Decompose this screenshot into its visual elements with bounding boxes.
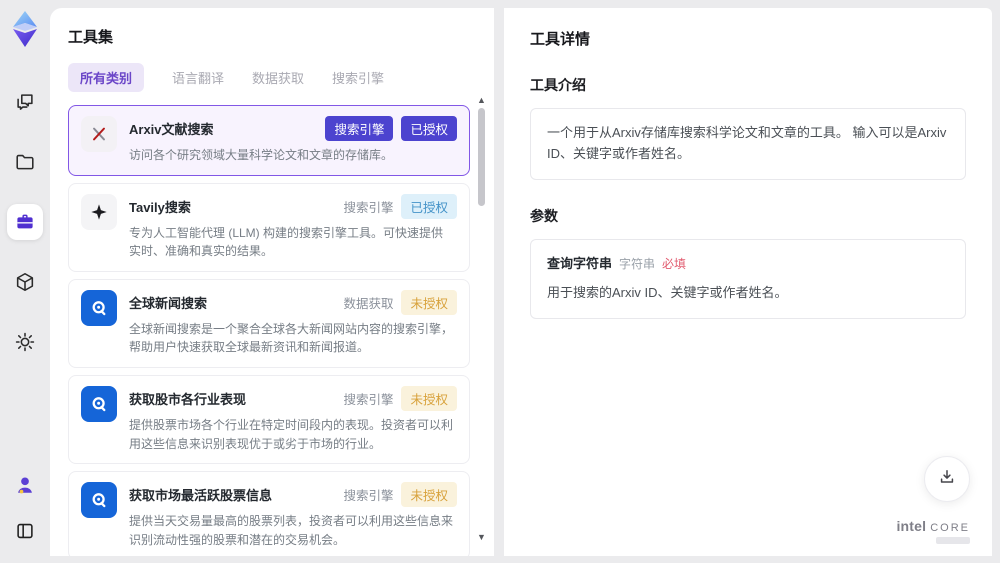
- download-button[interactable]: [924, 456, 970, 502]
- param-box: 查询字符串 字符串 必填 用于搜索的Arxiv ID、关键字或作者姓名。: [530, 238, 966, 320]
- scroll-down-icon[interactable]: ▼: [477, 533, 486, 542]
- category-label: 数据获取: [343, 296, 394, 311]
- app-window: 工具集 所有类别 语言翻译 数据获取 搜索引擎 Arxiv文献搜索 搜索引擎 已…: [0, 0, 1000, 563]
- chat-icon: [14, 91, 36, 113]
- tool-card-tavily[interactable]: Tavily搜索 搜索引擎 已授权 专为人工智能代理 (LLM) 构建的搜索引擎…: [68, 182, 470, 272]
- intro-box: 一个用于从Arxiv存储库搜索科学论文和文章的工具。 输入可以是Arxiv ID…: [530, 108, 966, 180]
- sidebar-bottom: [7, 467, 43, 549]
- auth-badge: 已授权: [401, 116, 457, 141]
- gear-icon: [14, 331, 36, 353]
- tool-detail-panel: 工具详情 工具介绍 一个用于从Arxiv存储库搜索科学论文和文章的工具。 输入可…: [504, 8, 992, 556]
- sidebar-item-files[interactable]: [7, 144, 43, 180]
- logo-subtext-bar: [936, 537, 970, 544]
- scrollbar-thumb[interactable]: [478, 108, 485, 206]
- param-description: 用于搜索的Arxiv ID、关键字或作者姓名。: [547, 285, 788, 301]
- user-avatar[interactable]: [7, 467, 43, 503]
- auth-badge: 已授权: [401, 193, 457, 219]
- category-badge: 搜索引擎: [325, 116, 394, 141]
- sidebar-item-settings[interactable]: [7, 324, 43, 360]
- app-logo: [8, 10, 42, 48]
- panel-toggle-icon: [14, 520, 36, 542]
- tool-description: 全球新闻搜索是一个聚合全球各大新闻网站内容的搜索引擎，帮助用户快速获取全球最新资…: [129, 321, 454, 355]
- tool-description: 提供股票市场各个行业在特定时间段内的表现。投资者可以利用这些信息来识别表现优于或…: [129, 417, 454, 451]
- tool-name: 全球新闻搜索: [129, 295, 208, 311]
- avatar-icon: [14, 474, 36, 496]
- stock-sector-icon: [81, 385, 117, 422]
- tool-description: 提供当天交易量最高的股票列表，投资者可以利用这些信息来识别流动性强的股票和潜在的…: [129, 514, 454, 547]
- param-name: 查询字符串: [547, 255, 613, 271]
- tool-card-sector-performance[interactable]: 获取股市各行业表现 搜索引擎 未授权 提供股票市场各个行业在特定时间段内的表现。…: [68, 374, 470, 465]
- category-label: 搜索引擎: [343, 200, 394, 215]
- param-type: 字符串: [619, 256, 656, 271]
- tab-data-fetching[interactable]: 数据获取: [252, 68, 304, 87]
- scroll-up-icon[interactable]: ▲: [477, 96, 486, 105]
- auth-badge: 未授权: [401, 385, 457, 411]
- tool-list-panel: 工具集 所有类别 语言翻译 数据获取 搜索引擎 Arxiv文献搜索 搜索引擎 已…: [50, 8, 494, 556]
- tool-card-global-news[interactable]: 全球新闻搜索 数据获取 未授权 全球新闻搜索是一个聚合全球各大新闻网站内容的搜索…: [68, 278, 470, 368]
- params-heading: 参数: [530, 207, 558, 224]
- tool-name: Arxiv文献搜索: [129, 122, 214, 137]
- tool-name: Tavily搜索: [129, 199, 191, 215]
- main-content: 工具集 所有类别 语言翻译 数据获取 搜索引擎 Arxiv文献搜索 搜索引擎 已…: [50, 8, 992, 556]
- collapse-sidebar-button[interactable]: [7, 513, 43, 549]
- tool-description: 访问各个研究领域大量科学论文和文章的存储库。: [129, 148, 394, 162]
- tool-list: Arxiv文献搜索 搜索引擎 已授权 访问各个研究领域大量科学论文和文章的存储库…: [50, 105, 494, 556]
- active-stocks-icon: [81, 482, 117, 519]
- tool-card-arxiv[interactable]: Arxiv文献搜索 搜索引擎 已授权 访问各个研究领域大量科学论文和文章的存储库…: [68, 105, 470, 176]
- intel-wordmark: intel: [896, 518, 927, 534]
- page-title: 工具集: [68, 29, 114, 46]
- category-label: 搜索引擎: [343, 489, 394, 504]
- sidebar: [0, 0, 50, 563]
- cube-icon: [14, 271, 36, 293]
- tab-language-translation[interactable]: 语言翻译: [172, 68, 224, 87]
- global-news-icon: [81, 289, 117, 326]
- download-icon: [937, 467, 957, 492]
- param-required-badge: 必填: [662, 256, 687, 271]
- briefcase-icon: [14, 211, 36, 233]
- sidebar-item-tools[interactable]: [7, 204, 43, 240]
- tool-card-active-stocks[interactable]: 获取市场最活跃股票信息 搜索引擎 未授权 提供当天交易量最高的股票列表，投资者可…: [68, 471, 470, 556]
- sidebar-item-packages[interactable]: [7, 264, 43, 300]
- tool-name: 获取股市各行业表现: [129, 391, 247, 407]
- intro-heading: 工具介绍: [530, 77, 586, 93]
- folder-icon: [14, 151, 36, 173]
- sidebar-item-chat[interactable]: [7, 84, 43, 120]
- core-wordmark: CORE: [930, 522, 970, 534]
- detail-title: 工具详情: [530, 31, 591, 48]
- category-label: 搜索引擎: [343, 392, 394, 407]
- sidebar-nav: [7, 84, 43, 360]
- auth-badge: 未授权: [401, 289, 457, 315]
- arxiv-icon: [81, 116, 117, 152]
- tool-name: 获取市场最活跃股票信息: [129, 488, 273, 504]
- category-tabs: 所有类别 语言翻译 数据获取 搜索引擎: [68, 63, 494, 92]
- tavily-icon: [81, 193, 117, 230]
- list-scrollbar[interactable]: ▲ ▼: [477, 96, 486, 542]
- tool-description: 专为人工智能代理 (LLM) 构建的搜索引擎工具。可快速提供实时、准确和真实的结…: [129, 225, 444, 259]
- tab-all-categories[interactable]: 所有类别: [68, 63, 145, 92]
- tab-search-engine[interactable]: 搜索引擎: [332, 68, 384, 87]
- auth-badge: 未授权: [401, 482, 457, 508]
- intel-core-logo: intel CORE: [896, 518, 970, 544]
